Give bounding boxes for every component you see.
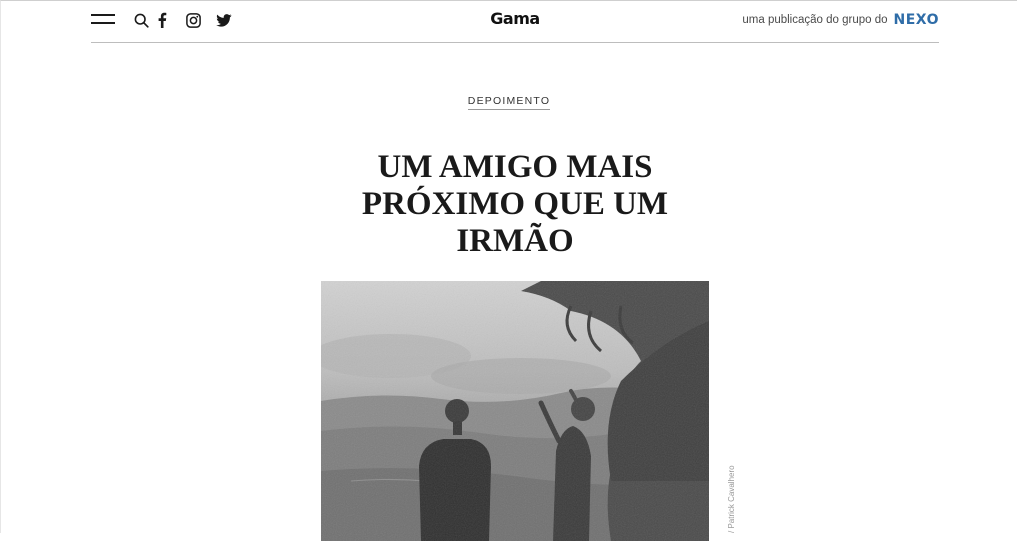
category-label: DEPOIMENTO	[1, 91, 1017, 110]
nexo-logo[interactable]: NEXO	[894, 12, 939, 28]
article-title: UM AMIGO MAIS PRÓXIMO QUE UM IRMÃO	[361, 149, 669, 259]
publisher-credit[interactable]: uma publicação do grupo do NEXO	[742, 12, 939, 28]
article-photo	[321, 281, 709, 541]
photo-credit-text: / Patrick Cavalhero	[727, 465, 736, 533]
category-link[interactable]: DEPOIMENTO	[467, 95, 551, 110]
site-header: Gama uma publicação do grupo do NEXO	[91, 1, 939, 43]
publication-prefix: uma publicação do grupo do	[742, 14, 888, 26]
photo-credit: / Patrick Cavalhero	[724, 461, 738, 541]
